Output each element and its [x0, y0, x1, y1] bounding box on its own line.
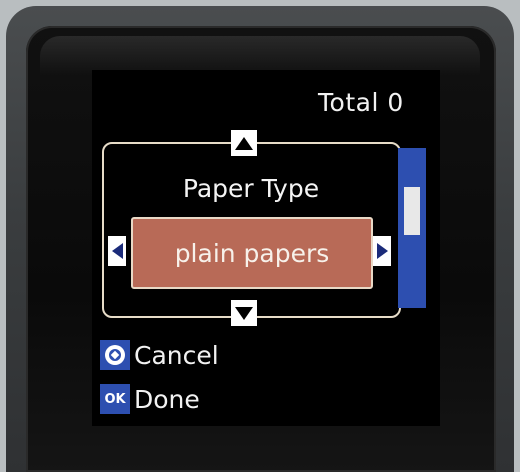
selected-value-text: plain papers: [174, 238, 330, 268]
arrow-right-icon: [376, 243, 388, 259]
scroll-up-button[interactable]: [231, 130, 257, 156]
paper-type-value[interactable]: plain papers: [131, 217, 373, 289]
next-value-button[interactable]: [373, 236, 391, 266]
scrollbar-thumb[interactable]: [404, 187, 420, 235]
done-label: Done: [134, 384, 200, 414]
stop-icon: [100, 340, 130, 370]
arrow-down-icon: [235, 306, 253, 320]
ok-key-icon: OK: [100, 384, 130, 414]
cancel-softkey[interactable]: Cancel: [100, 338, 219, 372]
setting-title: Paper Type: [182, 174, 320, 203]
scrollbar[interactable]: [398, 148, 426, 308]
done-softkey[interactable]: OK Done: [100, 382, 200, 416]
lcd-screen: Total 0 Paper Type plain papers Cancel O…: [92, 70, 440, 426]
arrow-left-icon: [111, 243, 123, 259]
cancel-label: Cancel: [134, 340, 219, 370]
previous-value-button[interactable]: [108, 236, 126, 266]
total-count: Total 0: [318, 88, 404, 117]
scroll-down-button[interactable]: [231, 300, 257, 326]
arrow-up-icon: [235, 136, 253, 150]
